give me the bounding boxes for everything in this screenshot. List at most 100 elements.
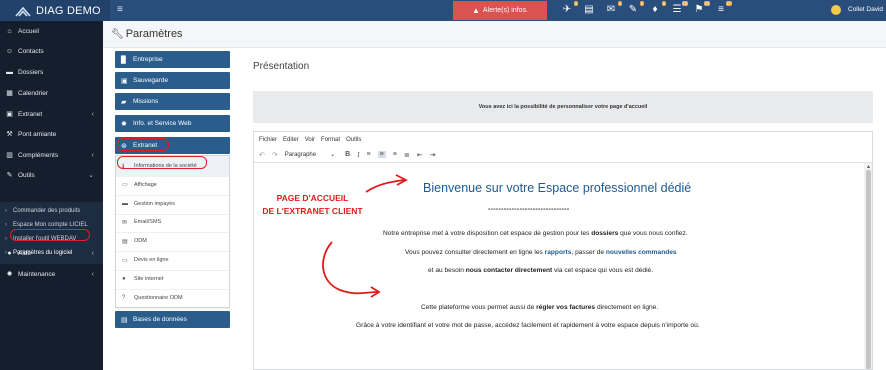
sidebar-item-label: Dossiers [18,68,44,76]
sidebar-item-contacts[interactable]: ☺ Contacts [0,41,103,61]
notification-badge: 18 [681,1,688,6]
sidebar-item-label: Aide [18,249,32,257]
item-icon: ▭ [122,257,128,264]
paragraph-4: Cette plateforme vous permet aussi de ré… [421,304,658,311]
editor-menubar: Fichier Editer Voir Format Outils [254,132,872,147]
info-item-highlight [117,156,207,169]
menu-info-et-service-web[interactable]: ✹ Info. et Service Web [115,115,230,132]
sidebar-item-aide[interactable]: ● Aide ‹ [0,243,103,263]
page-title: Paramètres [125,28,183,40]
wrench-icon: 🔧︎ [111,28,124,40]
sidebar-item-dossiers[interactable]: ▬ Dossiers [0,62,103,82]
editor-menu-voir[interactable]: Voir [305,137,315,143]
bell-icon[interactable]: ♦ 8 [649,1,666,16]
notification-badge: 25 [703,1,710,6]
annotation-arrows [322,174,408,298]
logo-icon [15,6,31,17]
app-title: DIAG DEMO [36,4,101,17]
editor-menu-outils[interactable]: Outils [346,137,361,143]
notification-badge: 8 [661,1,666,6]
text: Notre entreprise met à votre disposition… [383,230,592,237]
text: , passer de [571,249,606,256]
scrollbar-thumb[interactable] [866,170,871,369]
text: Vous pouvez consulter directement en lig… [405,249,545,256]
sidebar-subitem-commander-des-produits[interactable]: › Commander des produits [5,208,80,214]
text: et au besoin [428,267,466,274]
menu-missions[interactable]: ▰ Missions [115,93,230,110]
item-icon: ? [122,294,126,301]
alert-label: Alerte(s) infos. [482,7,529,14]
align-left-icon[interactable]: ≡ [367,151,371,158]
sidebar-subitem-espace-mon-compte-liciel[interactable]: › Espace Mon compte LICIEL [5,222,88,228]
notification-badge: 4 [617,1,622,6]
sidebar-icon: ⚒ [6,131,13,138]
extranet-item-questionnaire-odm[interactable]: ? Questionnaire ODM [116,288,229,309]
chevron-left-icon: ‹ [91,249,94,257]
sidebar-item-outils[interactable]: ✎ Outils ⌄ [0,165,103,185]
link-rapports: rapports [544,249,572,256]
menu-toggle-icon[interactable]: ≡ [117,5,123,15]
sidebar-icon: ✎ [6,172,13,179]
item-label: Email/SMS [134,219,162,226]
sidebar-item-pont-amiante[interactable]: ⚒ Pont amiante [0,124,103,144]
inbox-icon[interactable]: ▤ [583,4,595,16]
editor-menu-editer[interactable]: Editer [283,137,299,143]
indent-decrease-icon[interactable]: ⇤ [417,151,423,159]
text: directement en ligne. [595,304,659,311]
welcome-heading: Bienvenue sur votre Espace professionnel… [423,181,692,195]
sidebar-item-label: Pont amiante [18,130,57,138]
avatar[interactable] [831,5,841,15]
menu-sauvegarde[interactable]: ▣ Sauvegarde [115,72,230,89]
sidebar-item-accueil[interactable]: ⌂ Accueil [0,21,103,41]
paper-plane-icon[interactable]: ✈ 3 [561,1,578,16]
format-select-value: Paragraphe [284,151,317,158]
item-label: Gestion impayés [134,200,175,207]
italic-icon[interactable]: I [357,151,359,159]
editor-menu-fichier[interactable]: Fichier [259,137,277,143]
item-icon: ✉ [122,219,128,226]
bold-text: nous contacter directement [465,267,553,274]
indent-increase-icon[interactable]: ⇥ [430,151,436,159]
scroll-up-icon[interactable]: ▲ [866,164,871,170]
menu-label: Entreprise [133,56,163,63]
redo-icon[interactable]: ↷ [272,151,278,159]
editor-menu-format[interactable]: Format [321,137,340,143]
align-center-icon[interactable]: ≡ [377,151,386,158]
user-name[interactable]: Collet David [848,6,883,13]
menu-label: Sauvegarde [133,77,169,84]
chevron-icon: ‹ [91,110,94,118]
tasks-icon[interactable]: ≡ 17 [715,1,732,16]
item-icon: ▭ [122,182,128,189]
text: Cette plateforme vous permet aussi de [421,304,537,311]
menu-label: Info. et Service Web [133,120,192,127]
menu-icon: ✹ [121,120,127,128]
sidebar-item-calendrier[interactable]: ▦ Calendrier [0,83,103,103]
sidebar-item-complements[interactable]: ▥ Compléments ‹ [0,145,103,165]
item-label: ODM [134,238,147,245]
item-icon: ▤ [122,238,128,245]
bold-text: dossiers [591,230,619,237]
brand[interactable]: DIAG DEMO [0,0,110,21]
sidebar-icon: ✹ [6,271,13,278]
format-select[interactable]: Paragraphe ⌄ [284,151,335,159]
menu-bases-de-donnees[interactable]: ▤ Bases de données [115,311,230,328]
sidebar-item-extranet[interactable]: ▣ Extranet ‹ [0,104,103,124]
sidebar-item-maintenance[interactable]: ✹ Maintenance ‹ [0,264,103,284]
menu-entreprise[interactable]: ▉ Entreprise [115,51,230,68]
flag-icon[interactable]: ⚑ 25 [693,1,710,16]
text: que vous nous confiez. [618,230,688,237]
paragraph-2: Vous pouvez consulter directement en lig… [405,249,677,256]
align-right-icon[interactable]: ≡ [393,151,397,158]
undo-icon[interactable]: ↶ [259,151,265,159]
chevron-right-icon: › [5,222,7,228]
pin-icon[interactable]: ✎ 2 [627,1,644,16]
menu-label: Bases de données [133,316,187,323]
notification-badge: 17 [725,1,732,6]
sidebar-item-label: Outils [18,171,35,179]
alert-button[interactable]: ▲ Alerte(s) infos. [453,1,547,20]
mail-check-icon[interactable]: ✉ 4 [605,1,622,16]
align-justify-icon[interactable]: ≣ [404,151,410,159]
menu-icon: ▉ [121,56,127,64]
list-icon[interactable]: ☰ 18 [671,1,688,16]
bold-icon[interactable]: B [345,151,350,158]
